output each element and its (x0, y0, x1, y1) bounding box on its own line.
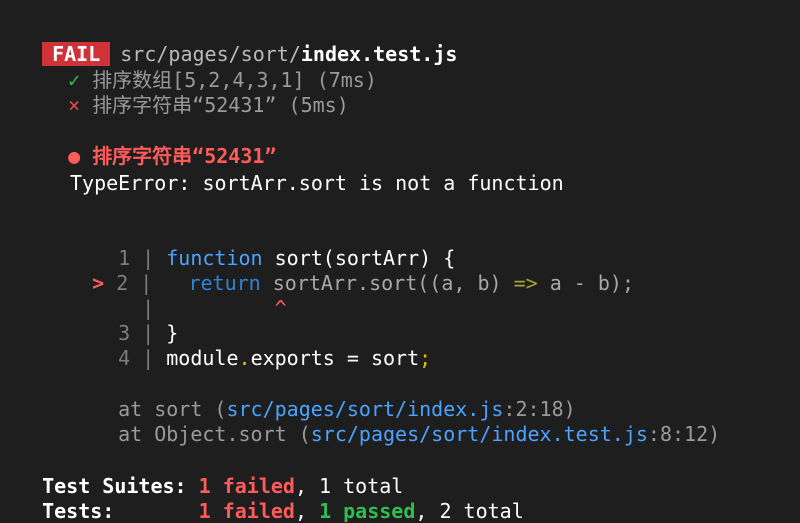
code-line-3: 3 | } (118, 321, 179, 345)
test-file-header: FAIL src/pages/sort/index.test.js (0, 18, 457, 66)
fail-cross-icon: × (68, 93, 81, 117)
stack-frame: at Object.sort (src/pages/sort/index.tes… (94, 398, 720, 446)
code-line-1: 1 | function sort(sortArr) { (118, 246, 456, 270)
code-line-2: > 2 | return sortArr.sort((a, b) => a - … (92, 271, 634, 295)
code-dot: . (238, 346, 251, 370)
stack-frame: at sort (src/pages/sort/index.js:2:18) (94, 373, 576, 421)
summary-separator: , (294, 499, 320, 523)
summary-tests: Tests: 1 failed, 1 passed, 2 total (18, 475, 524, 523)
test-duration: (5ms) (288, 93, 349, 117)
summary-test-suites: Test Suites: 1 failed, 1 total (18, 450, 403, 498)
test-result-passed: ✓ 排序数组[5,2,4,3,1] (7ms) (44, 44, 377, 92)
test-name: 排序字符串“52431” (92, 93, 277, 117)
test-result-failed: × 排序字符串“52431” (5ms) (44, 69, 349, 117)
line-number: 4 (118, 346, 131, 370)
error-caret-icon: ^ (274, 296, 287, 320)
code-text: module (166, 346, 239, 370)
code-caret-line: | ^ (118, 296, 287, 320)
error-message: TypeError: sortArr.sort is not a functio… (70, 171, 564, 195)
summary-passed-count: 1 passed (319, 499, 416, 523)
summary-failed-count: 1 failed (198, 499, 295, 523)
summary-total: , 2 total (415, 499, 524, 523)
code-text: a - b); (537, 271, 634, 295)
failure-test-name: 排序字符串“52431” (92, 144, 277, 168)
summary-label: Tests: (42, 499, 115, 523)
code-arrow: => (513, 271, 538, 295)
failure-title: ● 排序字符串“52431” (44, 120, 276, 168)
stack-position: :8:12) (647, 422, 721, 446)
stack-file-link[interactable]: src/pages/sort/index.test.js (311, 422, 648, 446)
code-line-4: 4 | module.exports = sort; (118, 346, 432, 370)
code-text: exports = sort (250, 346, 420, 370)
code-text: ((a, b) (417, 271, 514, 295)
stack-prefix: at Object.sort ( (118, 422, 311, 446)
failure-bullet-icon: ● (68, 144, 81, 168)
code-semicolon: ; (419, 346, 432, 370)
code-text: sort (369, 271, 418, 295)
